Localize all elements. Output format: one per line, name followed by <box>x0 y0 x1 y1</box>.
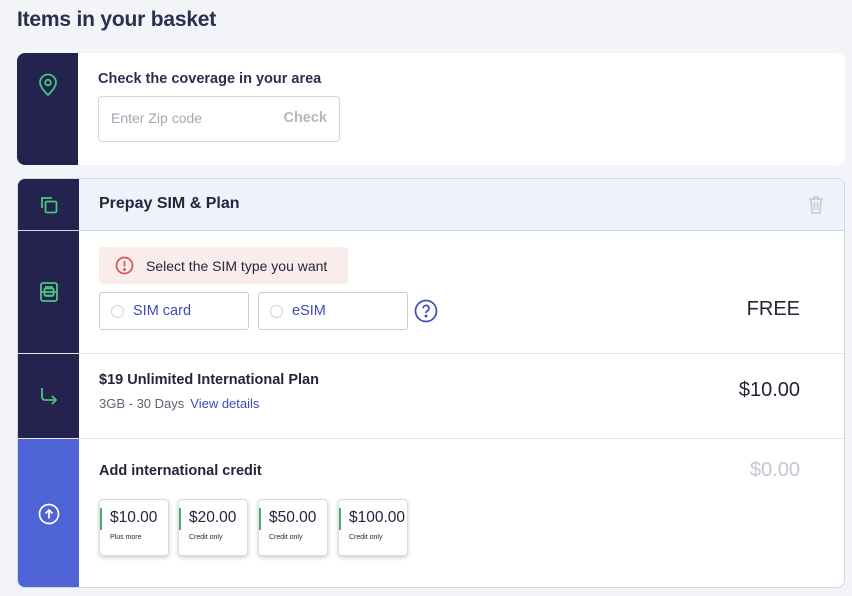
sim-card-option[interactable]: SIM card <box>99 292 249 330</box>
arrow-down-right-icon <box>39 386 59 406</box>
sim-alert: Select the SIM type you want <box>99 247 348 284</box>
esim-radio[interactable] <box>270 305 283 318</box>
help-icon[interactable] <box>414 299 438 328</box>
plan-rail <box>18 354 79 438</box>
plan-row: $19 Unlimited International Plan 3GB - 3… <box>18 354 844 439</box>
map-pin-icon <box>38 73 58 97</box>
coverage-title: Check the coverage in your area <box>98 71 322 87</box>
page-title: Items in your basket <box>17 8 217 31</box>
copy-icon <box>38 194 60 216</box>
credit-option-marker <box>100 508 102 530</box>
coverage-rail <box>17 53 78 165</box>
credit-option-amount: $50.00 <box>269 509 317 526</box>
credit-option-20[interactable]: $20.00 Credit only <box>178 499 248 556</box>
credit-row: Add international credit $0.00 $10.00 Pl… <box>18 439 844 587</box>
arrow-up-circle-icon <box>38 503 60 525</box>
plan-details: 3GB - 30 Days <box>99 396 185 411</box>
sim-card-label: SIM card <box>133 303 192 319</box>
trash-icon[interactable] <box>808 195 824 220</box>
credit-title: Add international credit <box>99 463 262 479</box>
sim-price: FREE <box>746 298 800 320</box>
sim-card-icon <box>39 281 59 303</box>
zip-code-input[interactable] <box>111 110 271 126</box>
credit-option-note: Credit only <box>189 534 223 541</box>
sim-type-row: Select the SIM type you want SIM card eS… <box>18 231 844 354</box>
esim-label: eSIM <box>292 303 326 319</box>
view-details-link[interactable]: View details <box>190 396 259 411</box>
basket-header: Prepay SIM & Plan <box>18 179 844 231</box>
credit-option-marker <box>259 508 261 530</box>
header-rail <box>18 179 79 230</box>
zip-field: Check <box>98 96 340 142</box>
check-button[interactable]: Check <box>283 110 327 126</box>
alert-text: Select the SIM type you want <box>146 258 328 274</box>
credit-rail <box>18 439 79 587</box>
plan-price: $10.00 <box>738 379 800 401</box>
credit-option-amount: $10.00 <box>110 509 158 526</box>
credit-option-marker <box>339 508 341 530</box>
esim-option[interactable]: eSIM <box>258 292 408 330</box>
credit-option-note: Plus more <box>110 534 142 541</box>
credit-option-note: Credit only <box>269 534 303 541</box>
coverage-card: Check the coverage in your area Check <box>17 53 845 165</box>
credit-option-marker <box>179 508 181 530</box>
credit-option-amount: $20.00 <box>189 509 237 526</box>
credit-option-50[interactable]: $50.00 Credit only <box>258 499 328 556</box>
plan-subtitle: 3GB - 30 Days View details <box>99 396 259 411</box>
sim-rail <box>18 231 79 353</box>
credit-price: $0.00 <box>749 459 800 481</box>
credit-option-100[interactable]: $100.00 Credit only <box>338 499 408 556</box>
credit-option-note: Credit only <box>349 534 383 541</box>
basket-card: Prepay SIM & Plan Select the SIM type yo… <box>17 178 845 588</box>
product-title: Prepay SIM & Plan <box>99 195 240 212</box>
error-icon <box>115 256 134 280</box>
sim-card-radio[interactable] <box>111 305 124 318</box>
plan-title: $19 Unlimited International Plan <box>99 372 319 388</box>
credit-option-10[interactable]: $10.00 Plus more <box>99 499 169 556</box>
credit-option-amount: $100.00 <box>349 509 406 526</box>
